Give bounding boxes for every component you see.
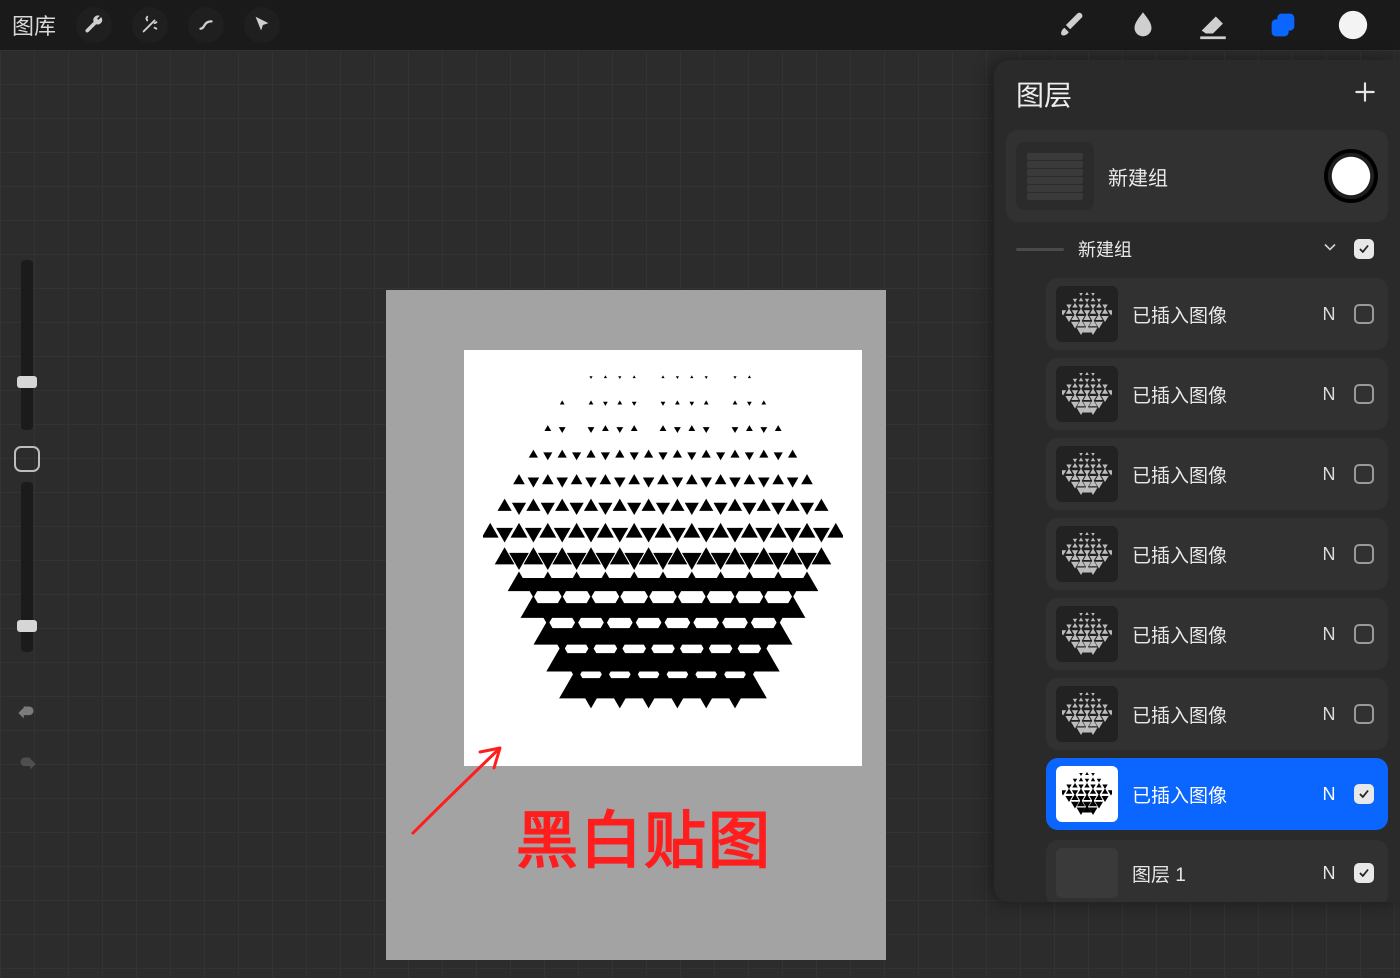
group-line-icon [1016, 248, 1064, 251]
selection-button[interactable] [188, 7, 224, 43]
layer-label: 已插入图像 [1132, 461, 1304, 488]
blend-mode-letter[interactable]: N [1318, 384, 1340, 405]
layer-thumb-icon [1056, 606, 1118, 662]
color-button[interactable] [1330, 2, 1376, 48]
visibility-checkbox[interactable] [1354, 384, 1374, 404]
blend-indicator-icon[interactable] [1328, 153, 1374, 199]
blend-mode-letter[interactable]: N [1318, 784, 1340, 805]
eraser-icon [1196, 8, 1230, 42]
layers-panel: 图层 新建组 新建组 已插入图像N已插入图像N已插入图像N已插入 [994, 60, 1400, 902]
layer-group-header[interactable]: 新建组 [1006, 228, 1388, 270]
hex-pattern-icon [483, 360, 843, 740]
chevron-down-icon[interactable] [1320, 237, 1340, 262]
move-button[interactable] [244, 7, 280, 43]
background-thumb-icon [1056, 848, 1118, 898]
layer-thumb-icon [1056, 766, 1118, 822]
undo-button[interactable] [14, 700, 40, 731]
layer-thumb-icon [1056, 446, 1118, 502]
redo-icon [14, 751, 40, 777]
visibility-checkbox[interactable] [1354, 704, 1374, 724]
slider-thumb[interactable] [17, 620, 37, 632]
magic-wand-button[interactable] [132, 7, 168, 43]
blend-mode-letter[interactable]: N [1318, 624, 1340, 645]
layer-row[interactable]: 已插入图像 N [1046, 758, 1388, 830]
color-circle-icon [1336, 8, 1370, 42]
color-box[interactable] [14, 446, 40, 472]
layers-icon [1266, 8, 1300, 42]
layers-button[interactable] [1260, 2, 1306, 48]
blend-mode-letter[interactable]: N [1318, 464, 1340, 485]
group-label: 新建组 [1078, 236, 1306, 262]
layer-row[interactable]: 已插入图像 N [1046, 358, 1388, 430]
layer-thumb-icon [1056, 686, 1118, 742]
layer-row[interactable]: 已插入图像 N [1046, 598, 1388, 670]
layer-label: 已插入图像 [1132, 781, 1304, 808]
left-rail [8, 260, 46, 662]
plus-icon [1352, 79, 1378, 105]
visibility-checkbox[interactable] [1354, 304, 1374, 324]
smudge-button[interactable] [1120, 2, 1166, 48]
blend-mode-letter[interactable]: N [1318, 544, 1340, 565]
layer-row[interactable]: 已插入图像 N [1046, 438, 1388, 510]
wrench-icon [83, 14, 105, 36]
smudge-icon [1126, 8, 1160, 42]
visibility-checkbox[interactable] [1354, 624, 1374, 644]
visibility-checkbox[interactable] [1354, 239, 1374, 259]
layer-thumb-icon [1056, 526, 1118, 582]
canvas[interactable] [386, 290, 886, 960]
visibility-checkbox[interactable] [1354, 784, 1374, 804]
undo-icon [14, 700, 40, 726]
layer-group[interactable]: 新建组 [1006, 130, 1388, 222]
layer-row[interactable]: 已插入图像 N [1046, 278, 1388, 350]
blend-mode-letter[interactable]: N [1318, 704, 1340, 725]
cursor-icon [251, 14, 273, 36]
visibility-checkbox[interactable] [1354, 464, 1374, 484]
layer-label: 已插入图像 [1132, 301, 1304, 328]
layer-label: 已插入图像 [1132, 701, 1304, 728]
slider-thumb[interactable] [17, 376, 37, 388]
layer-thumb-icon [1056, 366, 1118, 422]
wrench-button[interactable] [76, 7, 112, 43]
top-toolbar: 图库 [0, 0, 1400, 50]
brush-size-slider[interactable] [21, 260, 33, 430]
group-thumb-icon [1016, 142, 1094, 210]
eraser-button[interactable] [1190, 2, 1236, 48]
group-label: 新建组 [1108, 162, 1314, 191]
layer-thumb-icon [1056, 286, 1118, 342]
add-layer-button[interactable] [1352, 79, 1378, 110]
canvas-artwork [464, 350, 862, 766]
layers-panel-title: 图层 [1016, 74, 1072, 114]
visibility-checkbox[interactable] [1354, 863, 1374, 883]
brush-icon [1056, 8, 1090, 42]
blend-mode-letter[interactable]: N [1318, 863, 1340, 884]
background-label: 图层 1 [1132, 860, 1304, 887]
s-curve-icon [195, 14, 217, 36]
layer-label: 已插入图像 [1132, 621, 1304, 648]
layer-label: 已插入图像 [1132, 381, 1304, 408]
redo-button[interactable] [14, 751, 40, 782]
paint-brush-button[interactable] [1050, 2, 1096, 48]
blend-mode-letter[interactable]: N [1318, 304, 1340, 325]
gallery-button[interactable]: 图库 [12, 9, 56, 41]
layer-label: 已插入图像 [1132, 541, 1304, 568]
layer-row[interactable]: 已插入图像 N [1046, 518, 1388, 590]
background-layer-row[interactable]: 图层 1 N [1046, 840, 1388, 902]
layer-row[interactable]: 已插入图像 N [1046, 678, 1388, 750]
wand-icon [139, 14, 161, 36]
visibility-checkbox[interactable] [1354, 544, 1374, 564]
opacity-slider[interactable] [21, 482, 33, 652]
